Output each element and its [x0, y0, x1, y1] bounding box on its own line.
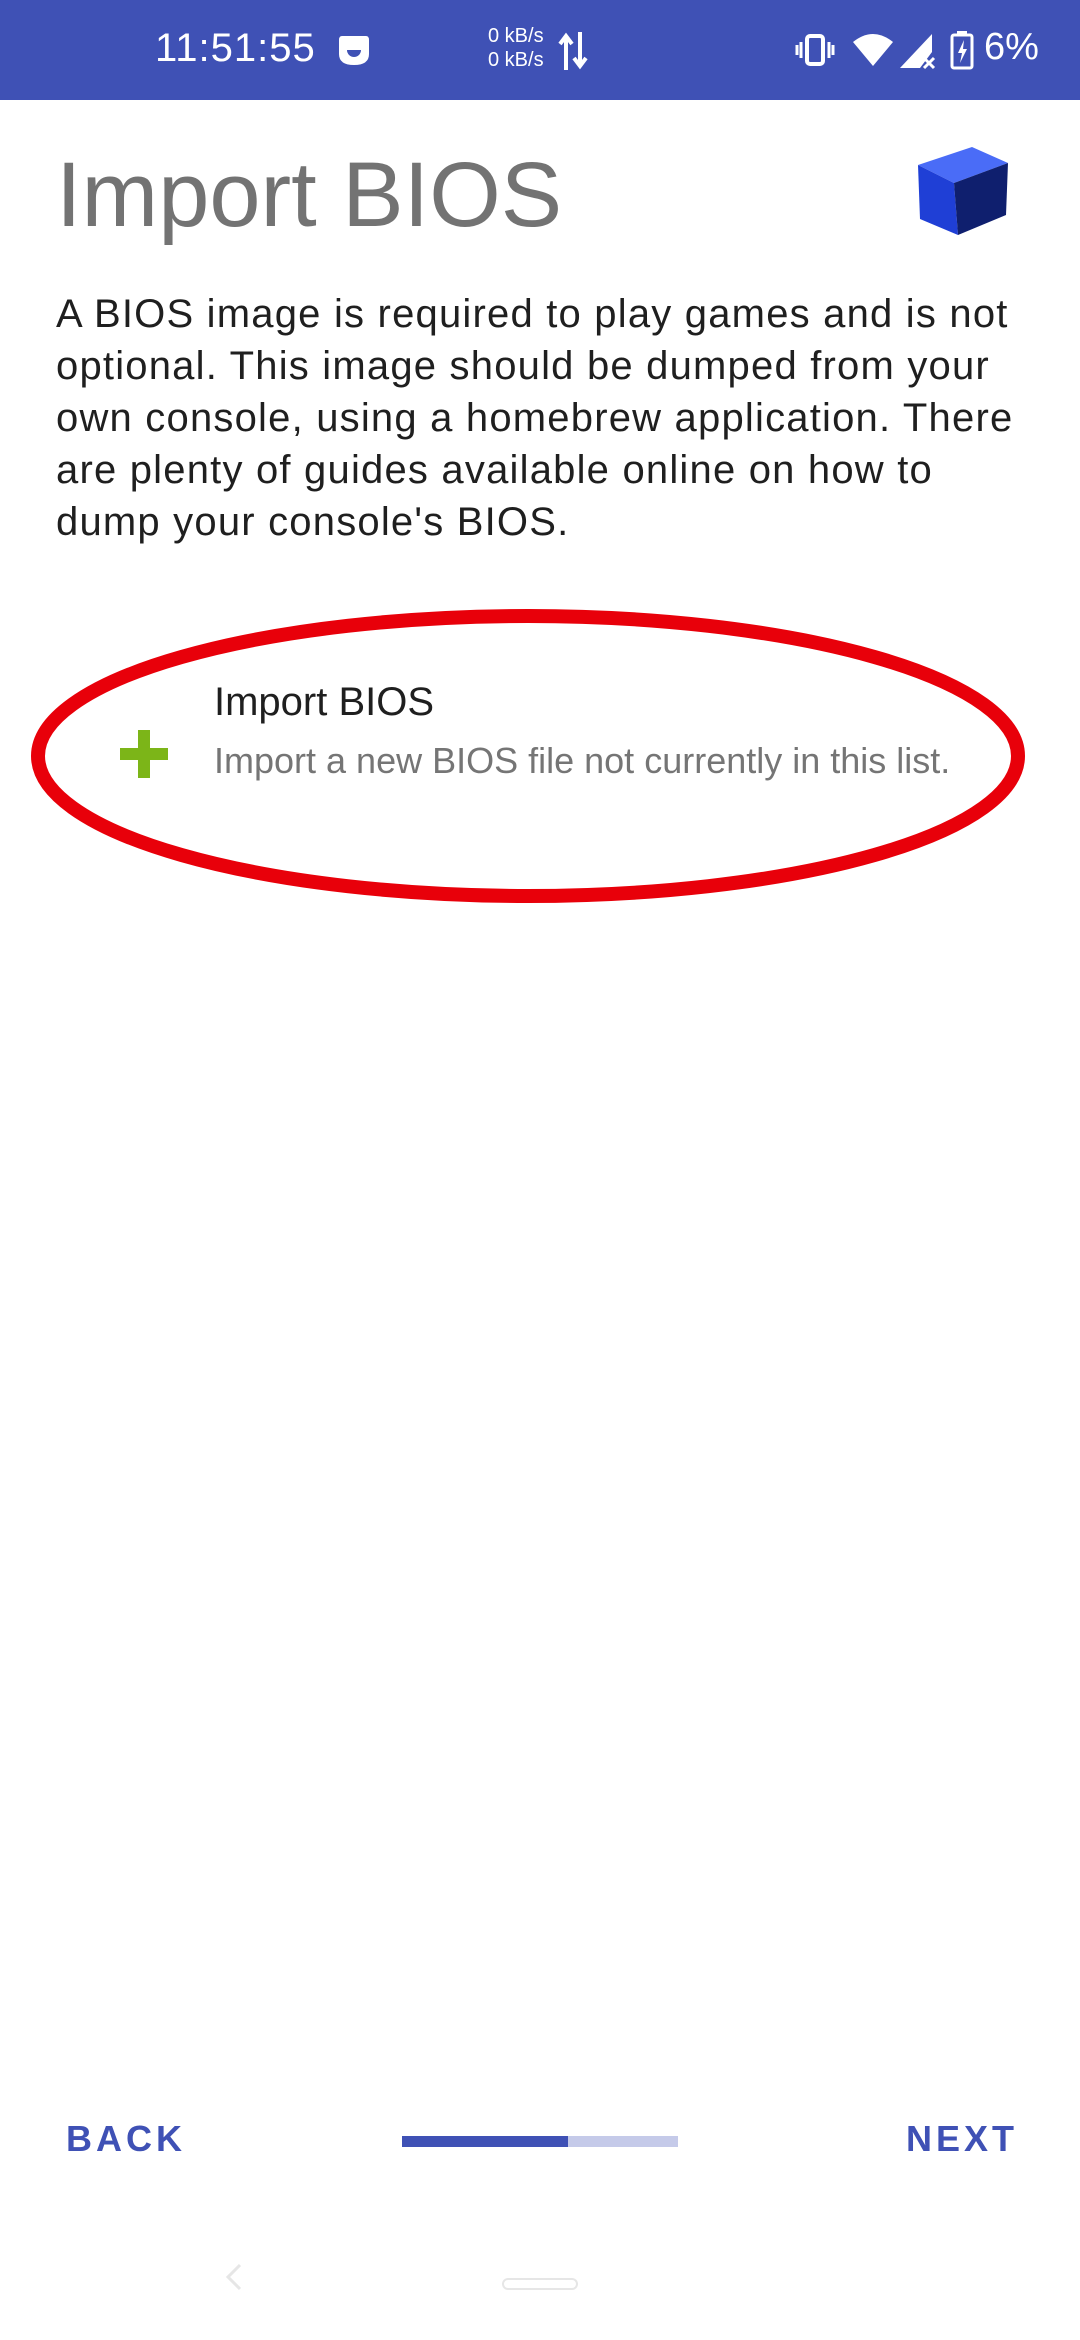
battery-percent: 6% [984, 26, 1039, 68]
list-item-subtitle: Import a new BIOS file not currently in … [214, 740, 951, 781]
battery-charging-icon [950, 31, 974, 70]
system-back-icon[interactable] [222, 2262, 246, 2292]
status-time: 11:51:55 [155, 26, 316, 70]
status-bar: 11:51:55 0 kB/s 0 kB/s 6% [0, 0, 1080, 100]
home-pill-icon[interactable] [502, 2278, 578, 2290]
plus-icon [120, 730, 168, 778]
signal-icon [900, 34, 936, 70]
next-button[interactable]: NEXT [906, 2118, 1018, 2160]
list-item-title: Import BIOS [214, 680, 435, 724]
screen: 11:51:55 0 kB/s 0 kB/s 6% Import BIOS A … [0, 0, 1080, 2340]
wifi-icon [853, 34, 893, 66]
app-notification-icon [339, 36, 369, 65]
net-up-speed: 0 kB/s [488, 25, 544, 47]
page-title: Import BIOS [56, 144, 563, 246]
setup-progress-bar [402, 2136, 678, 2147]
back-button[interactable]: BACK [66, 2118, 186, 2160]
cube-logo-icon [918, 147, 1008, 235]
setup-progress-fill [402, 2136, 568, 2147]
vibrate-icon [795, 34, 835, 66]
network-speed: 0 kB/s 0 kB/s [488, 24, 544, 72]
setup-description: A BIOS image is required to play games a… [56, 292, 1014, 544]
net-down-speed: 0 kB/s [488, 49, 544, 71]
data-arrows-icon [558, 32, 588, 70]
